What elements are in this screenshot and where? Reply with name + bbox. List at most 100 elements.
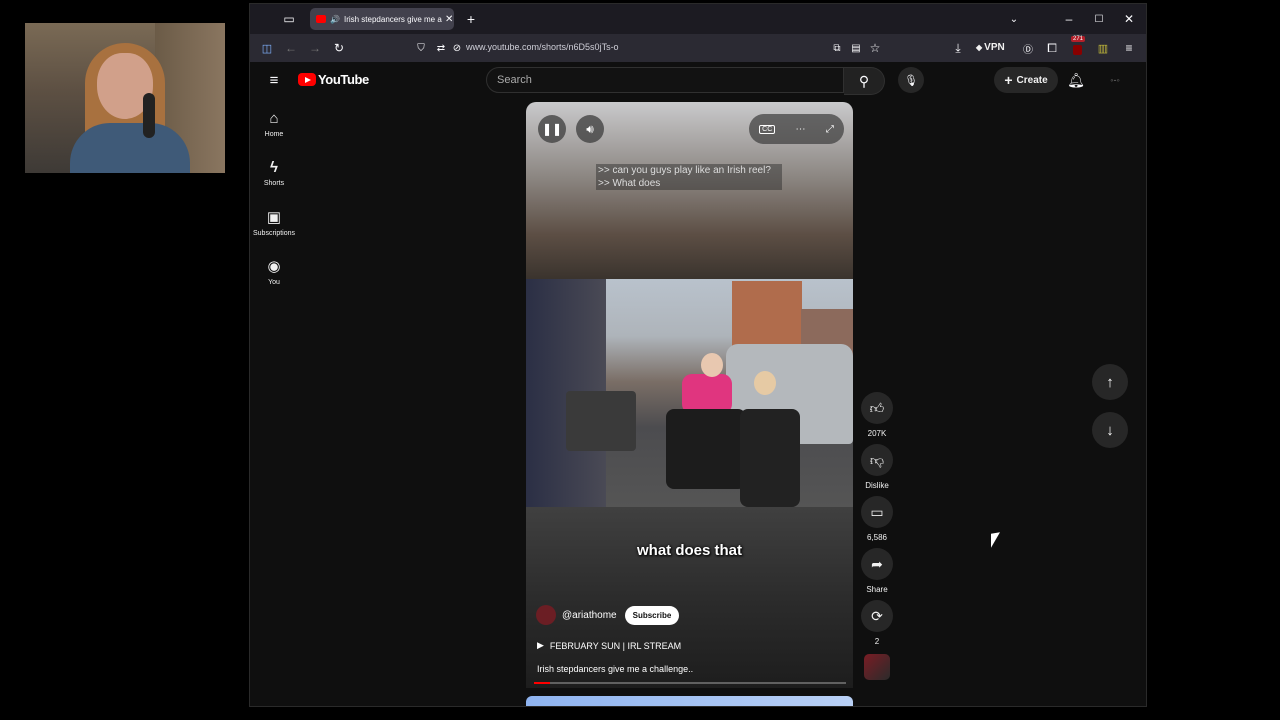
vpn-label: VPN	[984, 42, 1005, 53]
comments-button[interactable]: ▭ 6,586	[857, 496, 897, 542]
extensions-puzzle-icon[interactable]: ⧠	[1043, 39, 1061, 57]
sidebar-toggle-icon[interactable]: ◫	[258, 39, 276, 57]
speaker-icon[interactable]: 🔊	[330, 15, 340, 24]
closed-captions-icon[interactable]: CC	[759, 124, 776, 134]
active-tab[interactable]: 🔊 Irish stepdancers give me a challenge …	[310, 8, 454, 30]
minimize-icon[interactable]: –	[1060, 10, 1078, 28]
progress-bar[interactable]	[534, 682, 846, 684]
remix-count: 2	[874, 637, 880, 646]
new-tab-icon[interactable]: +	[462, 10, 480, 28]
play-icon: ▶	[537, 640, 544, 650]
chevron-down-icon[interactable]: ⌄	[1005, 10, 1023, 28]
sound-thumbnail[interactable]	[864, 654, 890, 680]
subscribe-button[interactable]: Subscribe	[624, 605, 680, 625]
sidebar-item-you[interactable]: ◉ You	[250, 257, 298, 286]
remix-button[interactable]: ⟳ 2	[857, 600, 897, 646]
create-button[interactable]: + Create	[994, 67, 1058, 93]
arrow-down-icon: ↓	[1106, 421, 1114, 439]
tab-bar: ▭ 🔊 Irish stepdancers give me a challeng…	[250, 4, 1146, 34]
next-short-preview[interactable]	[526, 696, 853, 706]
youtube-header: ≡ YouTube Search ⚲ 🎙 + Create 🔔︎ ◦-◦	[250, 62, 1146, 102]
extension-d-icon[interactable]: Ⓓ	[1019, 39, 1037, 57]
notifications-bell-icon[interactable]: 🔔︎	[1066, 70, 1086, 90]
home-icon: ⌂	[269, 110, 279, 127]
tab-list-icon[interactable]: ▭	[280, 10, 298, 28]
previous-short-button[interactable]: ↑	[1092, 364, 1128, 400]
youtube-logo[interactable]: YouTube	[298, 72, 369, 87]
playlist-link[interactable]: ▶ FEBRUARY SUN | IRL STREAM	[537, 640, 681, 651]
picture-in-picture-icon[interactable]: ⧉	[828, 39, 846, 57]
microphone-icon: 🎙	[904, 74, 918, 87]
window-close-icon[interactable]: ✕	[1120, 10, 1138, 28]
pause-button[interactable]: ❚❚	[538, 115, 566, 143]
subscriptions-icon: ▣	[266, 209, 282, 226]
dislike-label: Dislike	[865, 481, 889, 490]
voice-search-button[interactable]: 🎙	[898, 67, 924, 93]
search-button[interactable]: ⚲	[844, 67, 885, 95]
video-main-frame	[526, 279, 853, 507]
mouse-cursor-icon	[991, 532, 1000, 548]
sidebar-item-shorts[interactable]: ϟ Shorts	[250, 159, 298, 187]
sidebar-item-label: Shorts	[263, 180, 285, 187]
bookmark-star-icon[interactable]: ☆	[866, 39, 884, 57]
dislike-button[interactable]: 👎︎ Dislike	[857, 444, 897, 490]
channel-avatar[interactable]	[536, 605, 556, 625]
sidebar-item-subscriptions[interactable]: ▣ Subscriptions	[250, 208, 298, 237]
plus-icon: +	[1004, 72, 1013, 88]
remix-icon: ⟳	[861, 600, 893, 632]
next-short-button[interactable]: ↓	[1092, 412, 1128, 448]
ublock-extension-icon[interactable]: 271	[1068, 36, 1086, 58]
comment-icon: ▭	[861, 496, 893, 528]
url-field[interactable]: www.youtube.com/shorts/n6D5s0jTs-o	[466, 42, 619, 52]
channel-name[interactable]: @ariathome	[562, 610, 617, 621]
sidebar-item-home[interactable]: ⌂ Home	[250, 110, 298, 138]
sidebar-item-label: Subscriptions	[252, 230, 296, 237]
webcam-overlay	[25, 23, 225, 173]
volume-icon: 🔊︎	[586, 121, 594, 136]
like-button[interactable]: 👍︎ 207K	[857, 392, 897, 438]
search-input[interactable]: Search	[486, 67, 844, 93]
tracking-off-icon[interactable]: ⊘	[448, 39, 466, 57]
burned-subtitles: >> can you guys play like an Irish reel?…	[596, 164, 782, 190]
arrow-up-icon: ↑	[1106, 373, 1114, 391]
youtube-favicon-icon	[316, 15, 326, 23]
fullscreen-icon[interactable]: ⤢	[826, 124, 834, 135]
app-menu-icon[interactable]: ≡	[1120, 39, 1138, 57]
player-controls-group: CC ⋯ ⤢	[749, 114, 844, 144]
you-icon: ◉	[267, 258, 281, 275]
maximize-icon[interactable]: ☐	[1090, 10, 1108, 28]
video-blurred-bottom	[526, 507, 853, 688]
shorts-icon: ϟ	[270, 159, 278, 176]
share-button[interactable]: ➦ Share	[857, 548, 897, 594]
share-icon: ➦	[861, 548, 893, 580]
subtitle-line: >> can you guys play like an Irish reel?	[598, 165, 771, 176]
sidebar-item-label: You	[268, 279, 280, 286]
vpn-button[interactable]: ◆ VPN	[976, 42, 1005, 53]
reader-view-icon[interactable]: ▤	[847, 39, 865, 57]
loading-avatar-icon[interactable]: ◦-◦	[1103, 70, 1127, 90]
progress-fill	[534, 682, 550, 684]
guide-menu-icon[interactable]: ≡	[264, 70, 284, 90]
sidebar-item-label: Home	[264, 131, 284, 138]
navigation-bar: ◫ ← → ↻ ⛉ ⇄ ⊘ www.youtube.com/shorts/n6D…	[250, 34, 1146, 62]
downloads-icon[interactable]: ⤓	[949, 39, 967, 57]
more-options-icon[interactable]: ⋯	[796, 124, 806, 135]
back-icon[interactable]: ←	[282, 39, 300, 57]
search-placeholder: Search	[497, 74, 532, 86]
comment-count: 6,586	[866, 533, 888, 542]
browser-window: ▭ 🔊 Irish stepdancers give me a challeng…	[249, 3, 1147, 707]
tab-title: Irish stepdancers give me a challenge	[343, 14, 442, 24]
short-video-player[interactable]: ❚❚ 🔊︎ CC ⋯ ⤢ >> can you guys play like a…	[526, 102, 853, 688]
reload-icon[interactable]: ↻	[330, 39, 348, 57]
pause-icon: ❚❚	[541, 122, 563, 136]
video-caption: what does that	[636, 542, 742, 559]
share-label: Share	[866, 585, 888, 594]
shield-icon[interactable]: ⛉	[412, 39, 430, 57]
forward-icon[interactable]: →	[306, 39, 324, 57]
short-description[interactable]: Irish stepdancers give me a challenge..	[537, 664, 693, 674]
search-icon: ⚲	[858, 72, 870, 89]
youtube-play-icon	[298, 73, 316, 86]
meter-extension-icon[interactable]: ▥	[1094, 39, 1112, 57]
tab-close-icon[interactable]: ✕	[445, 14, 453, 25]
volume-button[interactable]: 🔊︎	[576, 115, 604, 143]
